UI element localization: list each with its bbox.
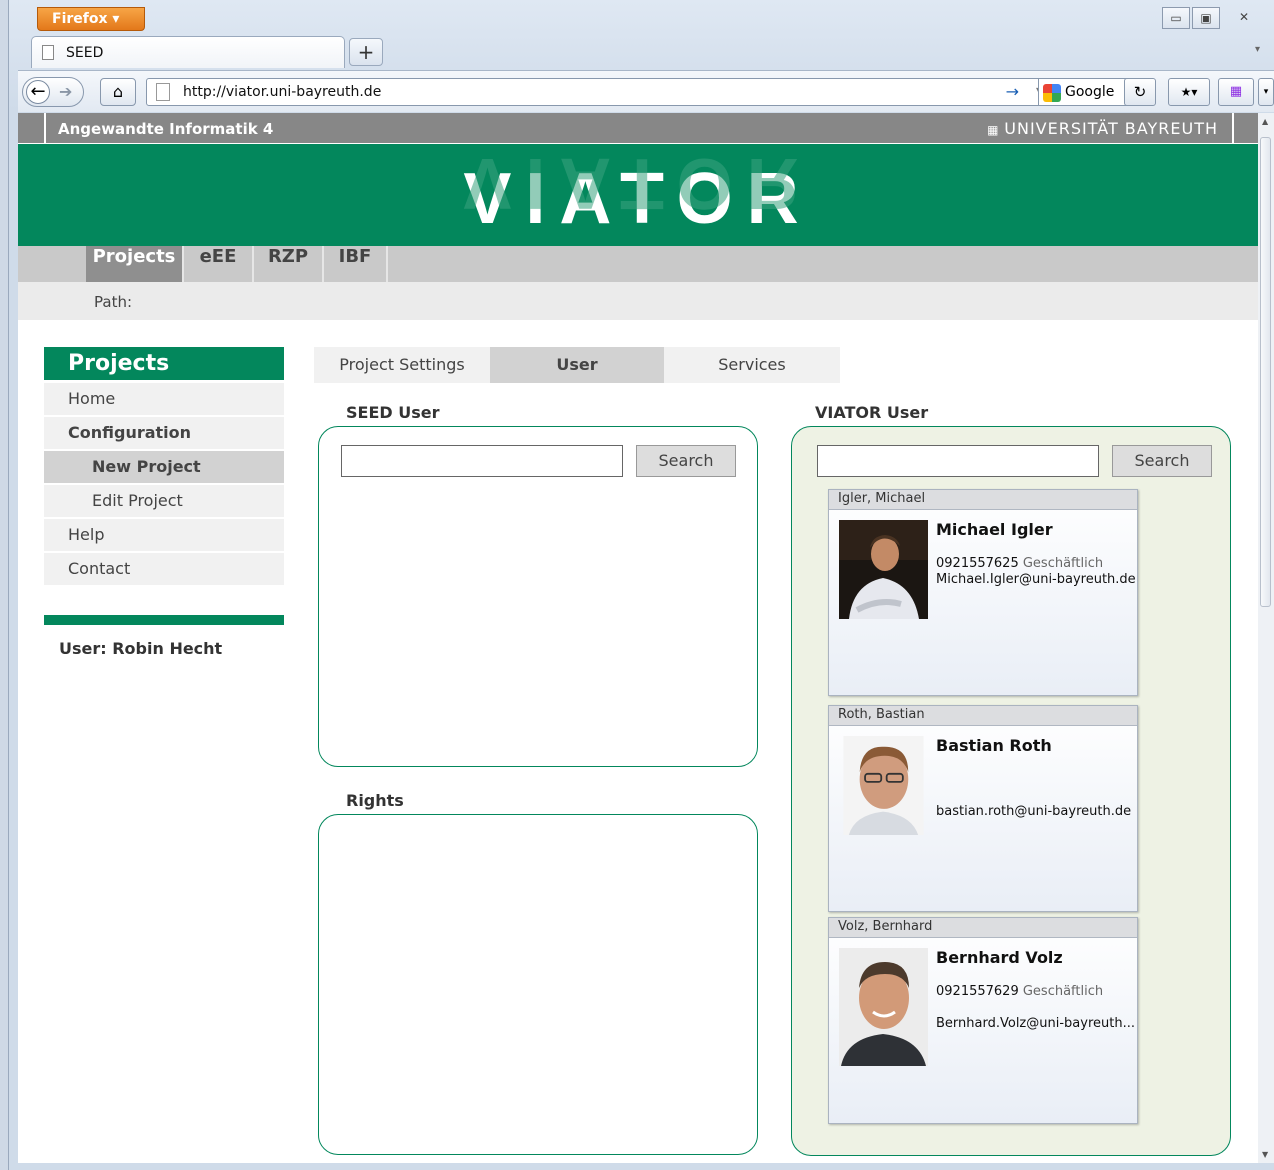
firefox-menu-button[interactable]: Firefox ▾ bbox=[37, 7, 145, 31]
sidebar-item-edit-project[interactable]: Edit Project bbox=[44, 485, 284, 517]
tab-user[interactable]: User bbox=[490, 347, 664, 383]
reload-icon[interactable]: ↻ bbox=[1124, 78, 1156, 106]
current-user: User: Robin Hecht bbox=[59, 639, 223, 658]
page-scrollbar[interactable]: ▲ ▼ bbox=[1257, 113, 1274, 1163]
breadcrumb: Path: bbox=[18, 282, 1258, 320]
close-icon[interactable]: ✕ bbox=[1222, 7, 1266, 29]
sidebar-item-help[interactable]: Help bbox=[44, 519, 284, 551]
viator-user-label: VIATOR User bbox=[815, 403, 929, 422]
user-name: Michael Igler bbox=[936, 520, 1053, 539]
sidebar-title: Projects bbox=[44, 347, 284, 383]
sidebar-item-contact[interactable]: Contact bbox=[44, 553, 284, 585]
sidebar-item-configuration[interactable]: Configuration bbox=[44, 417, 284, 449]
logo-reflection: VIATOR bbox=[463, 144, 813, 223]
window-controls: ▭ ▣ ✕ bbox=[1162, 7, 1266, 29]
path-label: Path: bbox=[94, 293, 133, 311]
sidebar: Projects Home Configuration New Project … bbox=[44, 347, 284, 658]
page-icon bbox=[42, 45, 54, 60]
user-photo bbox=[839, 948, 928, 1066]
user-email: bastian.roth@uni-bayreuth.de bbox=[936, 804, 1132, 819]
content-tabs: Project Settings User Services bbox=[314, 347, 840, 383]
rights-panel bbox=[318, 814, 758, 1155]
new-tab-button[interactable]: + bbox=[349, 38, 383, 66]
user-email: Bernhard.Volz@uni-bayreuth... bbox=[936, 1016, 1135, 1031]
rights-label: Rights bbox=[346, 791, 404, 810]
go-arrow-icon[interactable]: → bbox=[1006, 82, 1019, 101]
user-card-header: Roth, Bastian bbox=[829, 706, 1137, 726]
nav-eee[interactable]: eEE bbox=[184, 246, 254, 282]
nav-ibf[interactable]: IBF bbox=[324, 246, 388, 282]
scroll-up-icon[interactable]: ▲ bbox=[1262, 117, 1268, 126]
minimize-icon[interactable]: ▭ bbox=[1162, 7, 1190, 29]
search-engine-box[interactable]: Google bbox=[1038, 78, 1132, 106]
search-engine-label: Google bbox=[1065, 84, 1115, 100]
user-photo bbox=[843, 736, 924, 835]
tab-title: SEED bbox=[66, 45, 104, 61]
nav-projects[interactable]: Projects bbox=[86, 246, 184, 282]
back-forward-buttons: ← ➔ bbox=[22, 77, 84, 107]
scrollbar-thumb[interactable] bbox=[1260, 137, 1271, 607]
viator-banner: VIATOR VIATOR bbox=[18, 144, 1258, 246]
viator-search-button[interactable]: Search bbox=[1112, 445, 1212, 477]
tab-list-icon[interactable]: ▾ bbox=[1255, 44, 1260, 55]
institute-name: Angewandte Informatik 4 bbox=[58, 120, 274, 138]
user-phone: 0921557625 Geschäftlich bbox=[936, 556, 1104, 571]
bookmark-menu-icon[interactable]: ★▾ bbox=[1168, 78, 1210, 106]
user-card-header: Volz, Bernhard bbox=[829, 918, 1137, 938]
google-icon bbox=[1043, 84, 1061, 102]
user-card[interactable]: Volz, Bernhard Bernhard Volz 0921557629 … bbox=[828, 917, 1138, 1124]
page-icon bbox=[156, 83, 170, 101]
main-navigation: Projects eEE RZP IBF bbox=[18, 246, 1258, 282]
user-email: Michael.Igler@uni-bayreuth.de bbox=[936, 572, 1136, 587]
user-name: Bastian Roth bbox=[936, 736, 1052, 755]
tab-project-settings[interactable]: Project Settings bbox=[314, 347, 490, 383]
sidebar-item-new-project[interactable]: New Project bbox=[44, 451, 284, 483]
home-icon[interactable]: ⌂ bbox=[100, 78, 136, 106]
user-name: Bernhard Volz bbox=[936, 948, 1063, 967]
viator-user-panel: Search Igler, Michael Michael Igler 0921… bbox=[791, 426, 1231, 1156]
user-card[interactable]: Roth, Bastian Bastian Roth bastian.roth@… bbox=[828, 705, 1138, 912]
url-bar[interactable]: http://viator.uni-bayreuth.de → ▾ bbox=[146, 78, 1052, 106]
seed-search-button[interactable]: Search bbox=[636, 445, 736, 477]
toolbar-overflow-icon[interactable]: ▾ bbox=[1258, 78, 1274, 106]
tab-services[interactable]: Services bbox=[664, 347, 840, 383]
university-logo: ▦ UNIVERSITÄT BAYREUTH bbox=[987, 119, 1218, 138]
user-photo bbox=[839, 520, 928, 619]
user-card-header: Igler, Michael bbox=[829, 490, 1137, 510]
scroll-down-icon[interactable]: ▼ bbox=[1262, 1150, 1268, 1159]
back-icon[interactable]: ← bbox=[26, 80, 50, 104]
institute-bar: Angewandte Informatik 4 ▦ UNIVERSITÄT BA… bbox=[18, 113, 1258, 143]
seed-user-panel: Search bbox=[318, 426, 758, 767]
web-page: Angewandte Informatik 4 ▦ UNIVERSITÄT BA… bbox=[18, 113, 1258, 1163]
user-phone: 0921557629 Geschäftlich bbox=[936, 984, 1104, 999]
user-card[interactable]: Igler, Michael Michael Igler 0921557625 … bbox=[828, 489, 1138, 696]
sidebar-divider bbox=[44, 615, 284, 625]
nav-rzp[interactable]: RZP bbox=[254, 246, 324, 282]
forward-icon[interactable]: ➔ bbox=[59, 82, 72, 101]
sidebar-item-home[interactable]: Home bbox=[44, 383, 284, 415]
navigation-toolbar: ← ➔ ⌂ http://viator.uni-bayreuth.de → ▾ … bbox=[18, 70, 1274, 112]
app-grid-icon[interactable]: ▦ bbox=[1218, 78, 1254, 106]
url-text: http://viator.uni-bayreuth.de bbox=[183, 84, 382, 100]
seed-search-input[interactable] bbox=[341, 445, 623, 477]
viator-search-input[interactable] bbox=[817, 445, 1099, 477]
maximize-icon[interactable]: ▣ bbox=[1192, 7, 1220, 29]
seed-user-label: SEED User bbox=[346, 403, 440, 422]
browser-tab[interactable]: SEED bbox=[31, 36, 345, 68]
